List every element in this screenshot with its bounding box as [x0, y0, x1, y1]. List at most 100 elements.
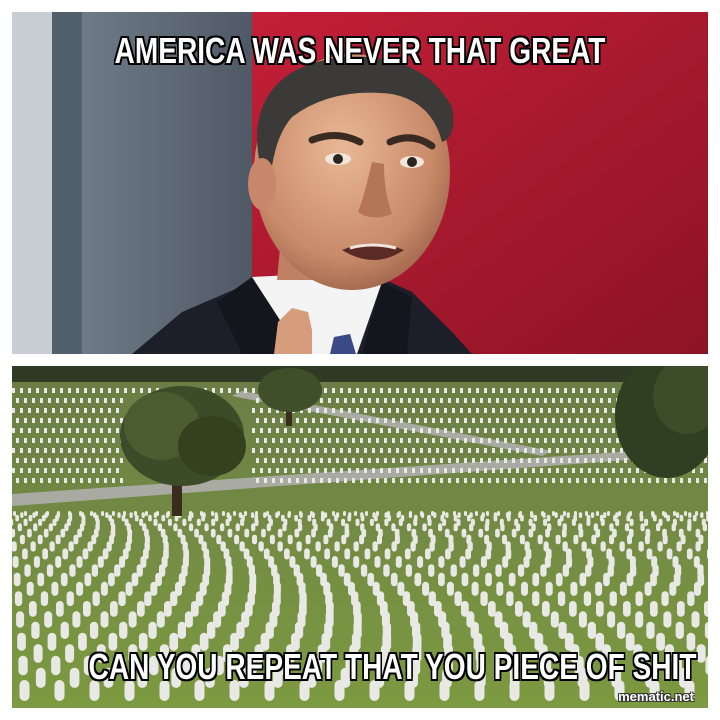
headstone — [580, 468, 583, 473]
headstone — [72, 478, 75, 483]
headstone — [117, 512, 121, 518]
headstone — [568, 418, 571, 423]
headstone — [680, 478, 683, 483]
headstone — [80, 438, 83, 443]
headstone — [456, 478, 459, 483]
headstone — [595, 581, 603, 596]
headstone — [324, 408, 327, 413]
headstone — [16, 438, 19, 443]
headstone — [324, 388, 327, 393]
headstone — [28, 428, 31, 433]
headstone — [148, 514, 152, 522]
headstone — [104, 418, 107, 423]
headstone — [517, 564, 525, 577]
headstone — [615, 518, 620, 526]
headstone — [377, 534, 382, 545]
headstone — [327, 528, 333, 538]
headstone — [424, 398, 427, 403]
headstone — [384, 548, 391, 560]
headstone — [20, 408, 23, 413]
headstone — [184, 611, 193, 628]
headstone — [500, 523, 505, 532]
headstone — [66, 591, 74, 607]
headstone — [440, 478, 443, 483]
headstone — [664, 478, 667, 483]
headstone — [60, 621, 69, 639]
headstone — [76, 408, 79, 413]
headstone — [420, 428, 423, 433]
headstone — [461, 572, 469, 587]
headstone — [72, 611, 81, 628]
headstone — [540, 428, 543, 433]
headstone — [442, 518, 447, 526]
headstone — [591, 534, 597, 545]
headstone — [311, 512, 315, 518]
headstone — [484, 428, 487, 433]
headstone — [388, 468, 391, 473]
headstone — [376, 418, 379, 423]
headstone — [212, 388, 215, 393]
headstone — [36, 408, 39, 413]
headstone — [406, 523, 412, 532]
headstone — [488, 601, 496, 617]
headstone — [87, 541, 93, 552]
headstone — [396, 408, 399, 413]
headstone — [55, 556, 62, 568]
headstone — [472, 478, 475, 483]
headstone — [444, 428, 447, 433]
headstone — [341, 518, 346, 526]
headstone — [383, 564, 390, 577]
headstone — [92, 428, 95, 433]
headstone — [573, 534, 579, 545]
headstone — [19, 680, 30, 701]
headstone — [608, 418, 611, 423]
headstone — [592, 438, 595, 443]
headstone — [508, 428, 511, 433]
headstone — [554, 512, 558, 518]
headstone — [480, 398, 483, 403]
headstone — [29, 601, 37, 617]
headstone — [225, 518, 230, 526]
headstone — [596, 408, 599, 413]
headstone — [432, 398, 435, 403]
headstone — [464, 418, 467, 423]
headstone — [616, 478, 619, 483]
top-panel: AMERICA WAS NEVER THAT GREAT — [12, 12, 708, 354]
headstone — [56, 438, 59, 443]
headstone — [220, 388, 223, 393]
headstone — [488, 418, 491, 423]
headstone — [523, 556, 530, 568]
headstone — [563, 511, 566, 516]
headstone — [72, 438, 75, 443]
headstone — [653, 514, 657, 522]
headstone — [299, 512, 303, 518]
headstone — [92, 591, 100, 607]
headstone — [540, 388, 543, 393]
headstone — [320, 514, 325, 522]
headstone — [356, 408, 359, 413]
headstone — [76, 556, 83, 568]
headstone — [600, 458, 603, 463]
headstone — [486, 511, 489, 516]
headstone — [384, 458, 387, 463]
headstone — [524, 428, 527, 433]
headstone — [60, 468, 63, 473]
headstone — [694, 581, 701, 596]
headstone — [12, 388, 15, 393]
headstone — [644, 518, 649, 526]
headstone — [16, 458, 19, 463]
headstone — [480, 458, 483, 463]
headstone — [516, 448, 519, 453]
headstone — [469, 523, 474, 532]
headstone — [276, 428, 279, 433]
headstone — [412, 448, 415, 453]
headstone — [493, 514, 498, 522]
headstone — [376, 478, 379, 483]
headstone — [692, 514, 697, 522]
watermark: mematic.net — [618, 689, 694, 704]
headstone — [256, 398, 259, 403]
headstone — [390, 572, 398, 587]
headstone — [348, 408, 351, 413]
headstone — [372, 388, 375, 393]
headstone — [578, 528, 584, 538]
